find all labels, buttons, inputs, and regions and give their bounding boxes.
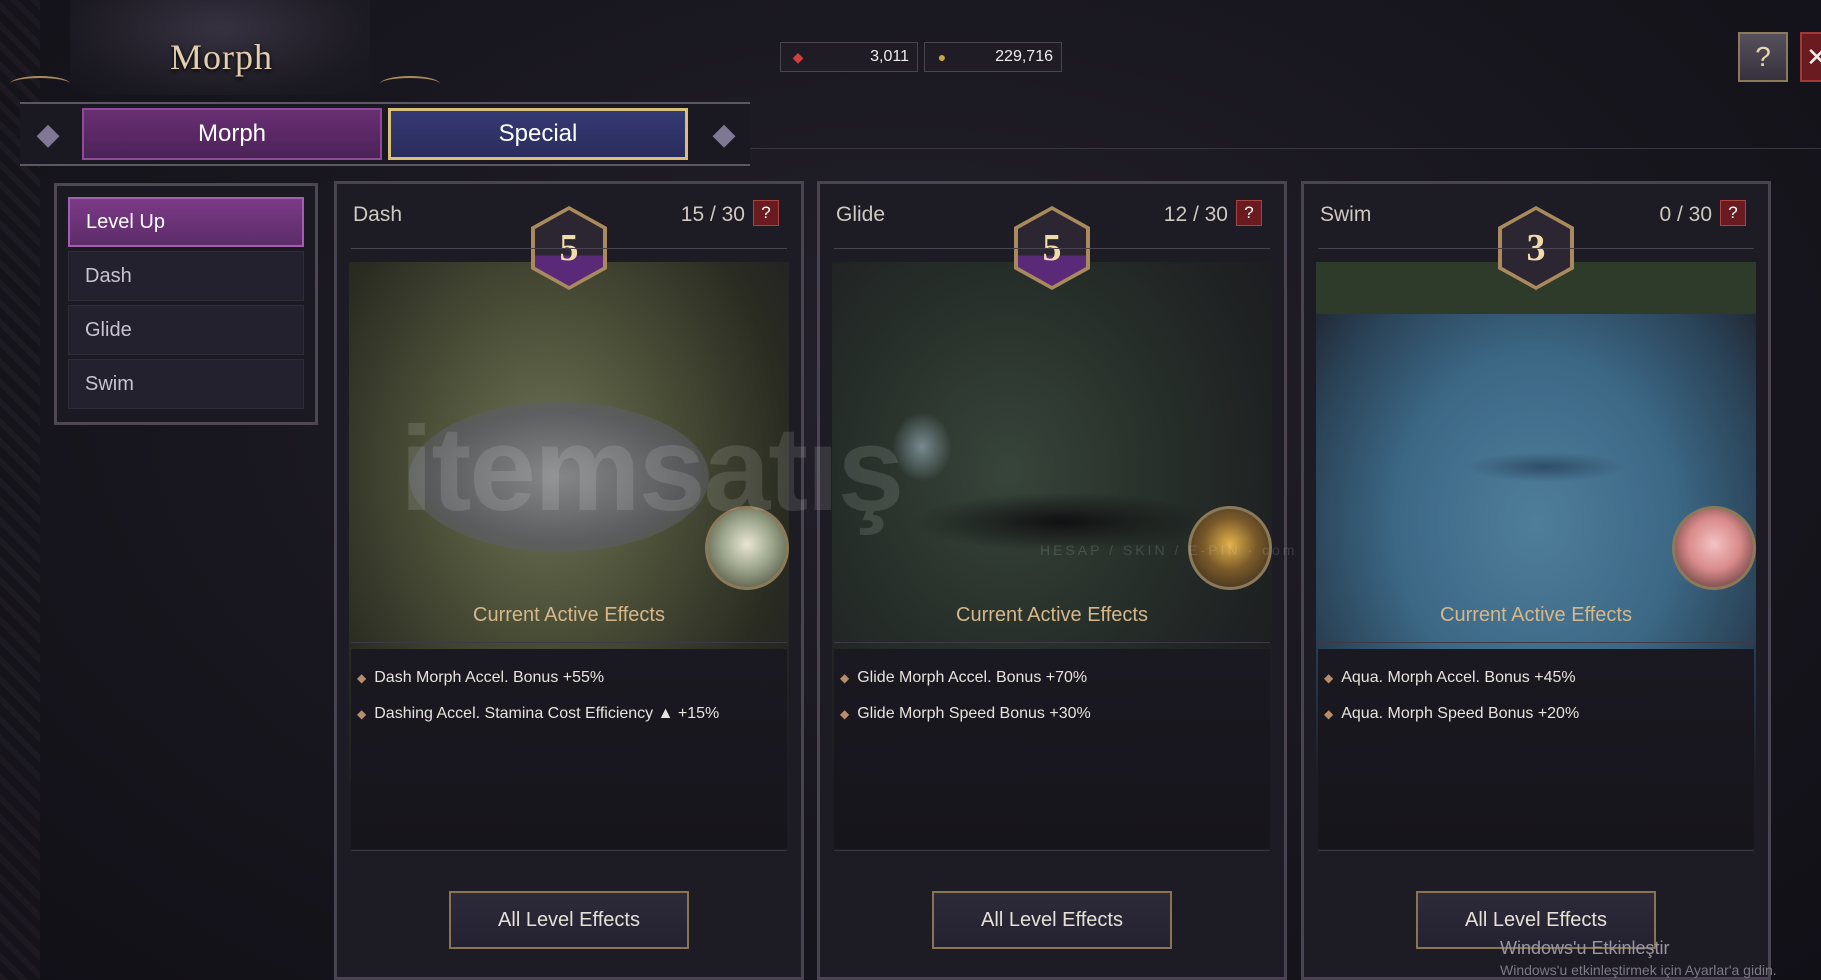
sidebar-item-dash[interactable]: Dash bbox=[68, 251, 304, 301]
effects-title: Current Active Effects bbox=[1440, 604, 1632, 626]
effects-title: Current Active Effects bbox=[956, 604, 1148, 626]
sidebar-item-glide[interactable]: Glide bbox=[68, 305, 304, 355]
axolotl-portrait-icon bbox=[1672, 506, 1756, 590]
bottom-divider bbox=[1318, 850, 1754, 851]
card-divider bbox=[834, 248, 1270, 249]
currency-gems-value: 3,011 bbox=[870, 48, 909, 65]
bottom-divider bbox=[834, 850, 1270, 851]
card-title: Glide bbox=[836, 203, 886, 226]
card-title: Dash bbox=[353, 203, 403, 226]
effect-text: Dash Morph Accel. Bonus +55% bbox=[374, 669, 605, 686]
arrow-right-icon: ◆ bbox=[712, 117, 736, 151]
sidebar-item-swim[interactable]: Swim bbox=[68, 359, 304, 409]
currency-gems: ◆ 3,011 bbox=[780, 42, 918, 72]
flourish-right bbox=[380, 76, 440, 92]
windows-activation-title: Windows'u Etkinleştir bbox=[1500, 938, 1670, 958]
card-title: Swim bbox=[1320, 203, 1372, 226]
effect-item: ◆ Aqua. Morph Accel. Bonus +45% bbox=[1324, 669, 1576, 687]
card-divider bbox=[351, 248, 787, 249]
bottom-divider bbox=[351, 850, 787, 851]
effects-title: Current Active Effects bbox=[473, 604, 665, 626]
effects-divider bbox=[351, 642, 787, 643]
sidebar-item-level-up[interactable]: Level Up bbox=[68, 197, 304, 247]
tab-prev-arrow[interactable]: ◆ bbox=[18, 104, 78, 164]
sidebar: Level Up Dash Glide Swim bbox=[54, 183, 318, 425]
diamond-bullet-icon: ◆ bbox=[357, 671, 367, 685]
seal-figure bbox=[1466, 452, 1626, 482]
card-count: 0 / 30 bbox=[1659, 203, 1712, 226]
red-gem-icon: ◆ bbox=[792, 48, 804, 65]
effect-text: Aqua. Morph Speed Bonus +20% bbox=[1341, 705, 1580, 722]
question-book-icon: ? bbox=[1755, 41, 1771, 72]
waterfall-light bbox=[892, 412, 952, 482]
help-icon[interactable]: ? bbox=[1236, 200, 1262, 226]
help-icon[interactable]: ? bbox=[1720, 200, 1746, 226]
help-book-button[interactable]: ? bbox=[1738, 32, 1788, 82]
help-icon[interactable]: ? bbox=[753, 200, 779, 226]
card-glide: 5 Glide 12 / 30 ? Current Active Effects… bbox=[817, 181, 1287, 980]
effect-text: Dashing Accel. Stamina Cost Efficiency ▲… bbox=[374, 705, 720, 722]
card-count: 15 / 30 bbox=[680, 203, 745, 226]
tab-morph[interactable]: Morph bbox=[82, 108, 382, 160]
currency-gold: ● 229,716 bbox=[924, 42, 1062, 72]
effects-divider bbox=[834, 642, 1270, 643]
diamond-bullet-icon: ◆ bbox=[840, 707, 850, 721]
page-title: Morph bbox=[170, 37, 273, 77]
effect-item: ◆ Glide Morph Accel. Bonus +70% bbox=[840, 669, 1087, 687]
windows-activation-subtitle: Windows'u etkinleştirmek için Ayarlar'a … bbox=[1500, 962, 1777, 978]
rabbit-portrait-icon bbox=[705, 506, 789, 590]
diamond-bullet-icon: ◆ bbox=[357, 707, 367, 721]
diamond-bullet-icon: ◆ bbox=[1324, 671, 1334, 685]
effects-divider bbox=[1318, 642, 1754, 643]
diamond-bullet-icon: ◆ bbox=[840, 671, 850, 685]
diamond-bullet-icon: ◆ bbox=[1324, 707, 1334, 721]
effect-text: Glide Morph Speed Bonus +30% bbox=[857, 705, 1091, 722]
close-button[interactable]: ✕ bbox=[1800, 32, 1821, 82]
effect-item: ◆ Aqua. Morph Speed Bonus +20% bbox=[1324, 705, 1579, 723]
card-dash: 5 Dash 15 / 30 ? Current Active Effects … bbox=[334, 181, 804, 980]
currency-gold-value: 229,716 bbox=[995, 48, 1053, 65]
effect-item: ◆ Dashing Accel. Stamina Cost Efficiency… bbox=[357, 705, 719, 723]
effect-item: ◆ Glide Morph Speed Bonus +30% bbox=[840, 705, 1091, 723]
card-divider bbox=[1318, 248, 1754, 249]
watermark-sub: HESAP / SKIN / E-PIN · com bbox=[1040, 542, 1298, 558]
effect-text: Glide Morph Accel. Bonus +70% bbox=[857, 669, 1088, 686]
flourish-left bbox=[10, 76, 70, 92]
card-count: 12 / 30 bbox=[1163, 203, 1228, 226]
effect-text: Aqua. Morph Accel. Bonus +45% bbox=[1341, 669, 1576, 686]
close-icon: ✕ bbox=[1806, 41, 1821, 72]
title-area: Morph bbox=[0, 0, 460, 100]
effect-item: ◆ Dash Morph Accel. Bonus +55% bbox=[357, 669, 604, 687]
header-divider bbox=[750, 148, 1821, 149]
tab-special[interactable]: Special bbox=[388, 108, 688, 160]
all-level-effects-button[interactable]: All Level Effects bbox=[932, 891, 1172, 949]
gold-coin-icon: ● bbox=[937, 49, 947, 65]
snow-leopard-figure bbox=[409, 402, 709, 552]
card-swim: 3 Swim 0 / 30 ? Current Active Effects ◆… bbox=[1301, 181, 1771, 980]
arrow-left-icon: ◆ bbox=[36, 117, 60, 151]
tab-next-arrow[interactable]: ◆ bbox=[694, 104, 754, 164]
all-level-effects-button[interactable]: All Level Effects bbox=[449, 891, 689, 949]
